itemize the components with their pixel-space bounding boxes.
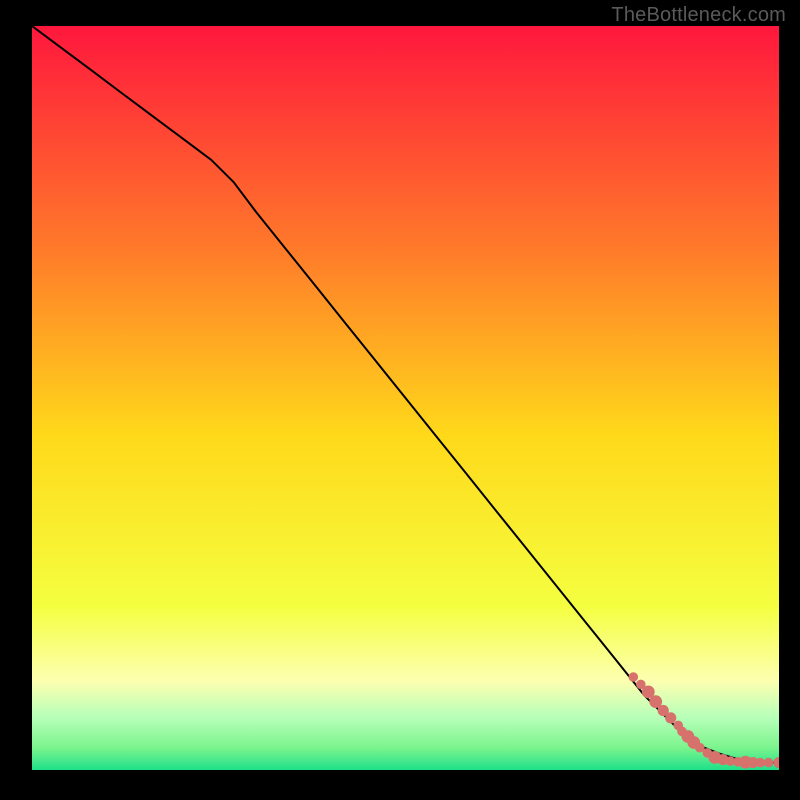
chart-frame: TheBottleneck.com [0,0,800,800]
data-marker [629,672,639,682]
watermark-text: TheBottleneck.com [611,4,786,27]
data-marker [764,758,774,768]
chart-svg [32,26,779,770]
data-marker [756,758,766,768]
data-marker [665,712,676,723]
plot-area [32,26,779,770]
